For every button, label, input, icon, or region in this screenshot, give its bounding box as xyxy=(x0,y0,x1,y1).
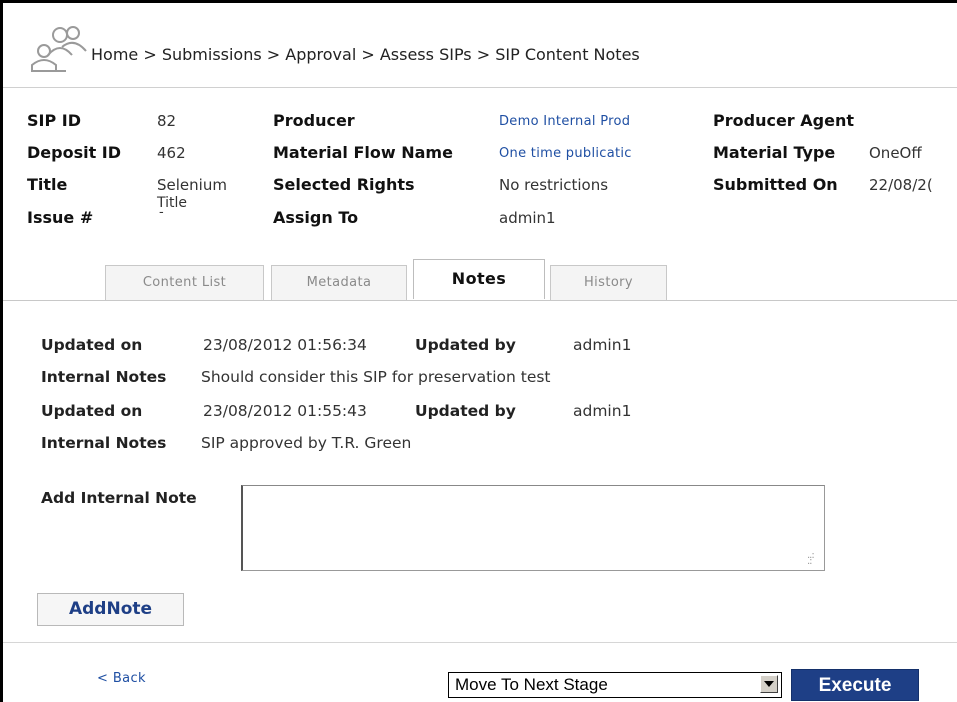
tab-metadata[interactable]: Metadata xyxy=(271,265,407,301)
title-label: Title xyxy=(27,175,68,194)
updated-by-value: admin1 xyxy=(573,402,632,420)
header-divider xyxy=(3,87,957,88)
users-icon xyxy=(31,26,87,72)
updated-on-value: 23/08/2012 01:56:34 xyxy=(203,336,367,354)
assign-to-value: admin1 xyxy=(499,209,556,227)
material-type-value: OneOff xyxy=(869,144,922,162)
app-frame: Home > Submissions > Approval > Assess S… xyxy=(0,0,957,702)
submitted-on-label: Submitted On xyxy=(713,175,838,194)
add-internal-note-label: Add Internal Note xyxy=(41,489,197,507)
producer-label: Producer xyxy=(273,111,355,130)
tab-content-list[interactable]: Content List xyxy=(105,265,264,301)
material-flow-link[interactable]: One time publicatic xyxy=(499,146,632,161)
title-value-line1: Selenium xyxy=(157,176,227,194)
assign-to-label: Assign To xyxy=(273,208,359,227)
sip-id-value: 82 xyxy=(157,112,177,130)
internal-note-textarea[interactable] xyxy=(241,485,825,571)
stage-select-value: Move To Next Stage xyxy=(455,675,608,694)
issue-label: Issue # xyxy=(27,208,94,227)
selected-rights-value: No restrictions xyxy=(499,176,609,194)
tab-baseline xyxy=(3,300,957,301)
back-link[interactable]: < Back xyxy=(97,671,146,686)
add-note-button[interactable]: AddNote xyxy=(37,593,184,626)
submitted-on-value: 22/08/2( xyxy=(869,176,933,194)
deposit-id-value: 462 xyxy=(157,144,186,162)
sip-id-label: SIP ID xyxy=(27,111,82,130)
producer-link[interactable]: Demo Internal Prod xyxy=(499,114,630,129)
producer-agent-label: Producer Agent xyxy=(713,111,854,130)
footer-divider xyxy=(3,642,957,643)
deposit-id-label: Deposit ID xyxy=(27,143,122,162)
internal-notes-label: Internal Notes xyxy=(41,368,167,386)
dropdown-arrow-icon[interactable] xyxy=(760,675,778,693)
execute-button[interactable]: Execute xyxy=(791,669,919,701)
updated-by-label: Updated by xyxy=(415,336,516,354)
updated-on-value: 23/08/2012 01:55:43 xyxy=(203,402,367,420)
stage-select[interactable]: Move To Next Stage xyxy=(448,672,782,698)
updated-on-label: Updated on xyxy=(41,402,143,420)
updated-by-label: Updated by xyxy=(415,402,516,420)
tab-history[interactable]: History xyxy=(550,265,667,301)
tab-notes[interactable]: Notes xyxy=(413,259,545,299)
material-type-label: Material Type xyxy=(713,143,836,162)
updated-on-label: Updated on xyxy=(41,336,143,354)
internal-notes-text: Should consider this SIP for preservatio… xyxy=(201,368,551,386)
breadcrumb[interactable]: Home > Submissions > Approval > Assess S… xyxy=(91,45,640,64)
updated-by-value: admin1 xyxy=(573,336,632,354)
selected-rights-label: Selected Rights xyxy=(273,175,415,194)
internal-notes-label: Internal Notes xyxy=(41,434,167,452)
internal-notes-text: SIP approved by T.R. Green xyxy=(201,434,412,452)
issue-value: - xyxy=(159,205,164,220)
resize-grip-icon[interactable]: ..:.: xyxy=(807,551,815,567)
material-flow-label: Material Flow Name xyxy=(273,143,453,162)
